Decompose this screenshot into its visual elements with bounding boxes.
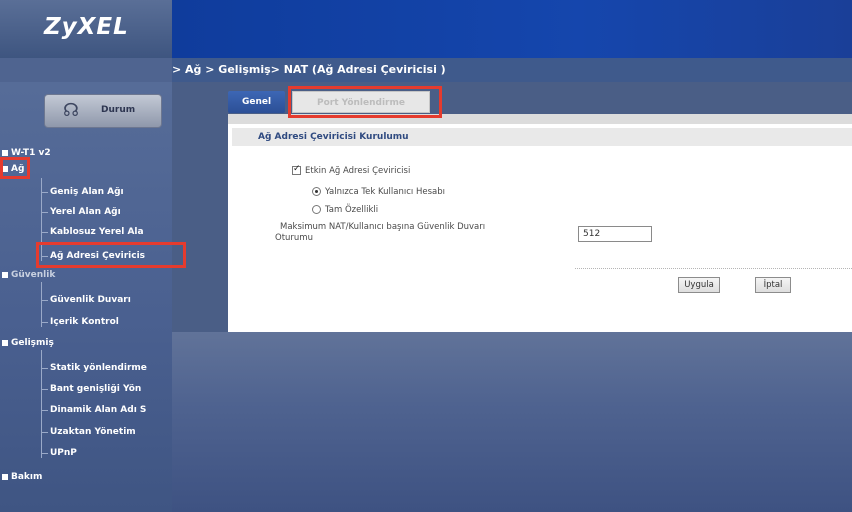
breadcrumb-bar-left — [0, 58, 172, 82]
sidebar-item-bant-genisligi[interactable]: Bant genişliği Yön — [50, 384, 172, 394]
tree-tick — [41, 212, 48, 213]
sidebar-section-label: Güvenlik — [11, 270, 56, 280]
sidebar-item-yerel-alan-agi[interactable]: Yerel Alan Ağı — [50, 207, 172, 217]
single-user-label: Yalnızca Tek Kullanıcı Hesabı — [325, 187, 445, 197]
highlight-box-ag — [0, 157, 30, 179]
status-button[interactable]: ☊ Durum — [44, 94, 162, 128]
cancel-button[interactable]: İptal — [755, 277, 791, 293]
sidebar-item-guvenlik-duvari[interactable]: Güvenlik Duvarı — [50, 295, 172, 305]
divider — [575, 268, 852, 269]
tree-tick — [41, 389, 48, 390]
max-sessions-input[interactable] — [578, 226, 652, 242]
tree-tick — [41, 453, 48, 454]
content-background — [172, 332, 852, 512]
sidebar-section-gelismis[interactable]: Gelişmiş — [2, 338, 54, 348]
max-sessions-label-cont: Oturumu — [275, 233, 313, 243]
sidebar-item-dinamik-alan-adi[interactable]: Dinamik Alan Adı S — [50, 405, 172, 415]
zyxel-logo: ZyXEL — [44, 14, 129, 40]
tree-tick — [41, 192, 48, 193]
tree-tick — [41, 300, 48, 301]
apply-button[interactable]: Uygula — [678, 277, 720, 293]
sidebar-item-statik-yonlendirme[interactable]: Statik yönlendirme — [50, 363, 172, 373]
logo-panel: ZyXEL — [0, 0, 172, 58]
sidebar-item-uzaktan-yonetim[interactable]: Uzaktan Yönetim — [50, 427, 172, 437]
tree-connector — [41, 282, 42, 327]
tree-tick — [41, 322, 48, 323]
tree-tick — [41, 432, 48, 433]
sidebar-section-label: Gelişmiş — [11, 338, 54, 348]
breadcrumb-bar: > Ağ > Gelişmiş> NAT (Ağ Adresi Çevirici… — [0, 58, 852, 82]
tree-tick — [41, 410, 48, 411]
sidebar-section-guvenlik[interactable]: Güvenlik — [2, 270, 55, 280]
header-banner — [172, 0, 852, 58]
breadcrumb: > Ağ > Gelişmiş> NAT (Ağ Adresi Çevirici… — [172, 63, 446, 76]
full-feature-label: Tam Özellikli — [325, 205, 379, 215]
sidebar-item-icerik-kontrol[interactable]: İçerik Kontrol — [50, 317, 172, 327]
section-title: Ağ Adresi Çeviricisi Kurulumu — [232, 128, 852, 146]
square-bullet-icon — [2, 339, 8, 346]
highlight-box-nat — [36, 242, 186, 268]
tree-tick — [41, 368, 48, 369]
square-bullet-icon — [2, 271, 8, 278]
tree-tick — [41, 232, 48, 233]
enable-nat-label: Etkin Ağ Adresi Çeviricisi — [305, 166, 411, 176]
max-sessions-label: Maksimum NAT/Kullanıcı başına Güvenlik D… — [280, 222, 486, 232]
sidebar-item-upnp[interactable]: UPnP — [50, 448, 172, 458]
tab-genel[interactable]: Genel — [228, 91, 285, 113]
highlight-box-port-tab — [288, 86, 442, 118]
enable-nat-checkbox[interactable] — [292, 164, 301, 175]
sidebar-section-bakim[interactable]: Bakım — [2, 472, 42, 482]
single-user-radio[interactable] — [312, 187, 321, 196]
sidebar-item-kablosuz[interactable]: Kablosuz Yerel Ala — [50, 227, 172, 237]
tree-connector — [41, 350, 42, 458]
square-bullet-icon — [2, 149, 8, 156]
sidebar-item-genis-alan-agi[interactable]: Geniş Alan Ağı — [50, 187, 172, 197]
monitor-icon: ☊ — [63, 100, 79, 121]
sidebar-section-label: Bakım — [11, 472, 43, 482]
full-feature-radio[interactable] — [312, 205, 321, 214]
square-bullet-icon — [2, 473, 8, 480]
status-button-label: Durum — [101, 105, 136, 115]
